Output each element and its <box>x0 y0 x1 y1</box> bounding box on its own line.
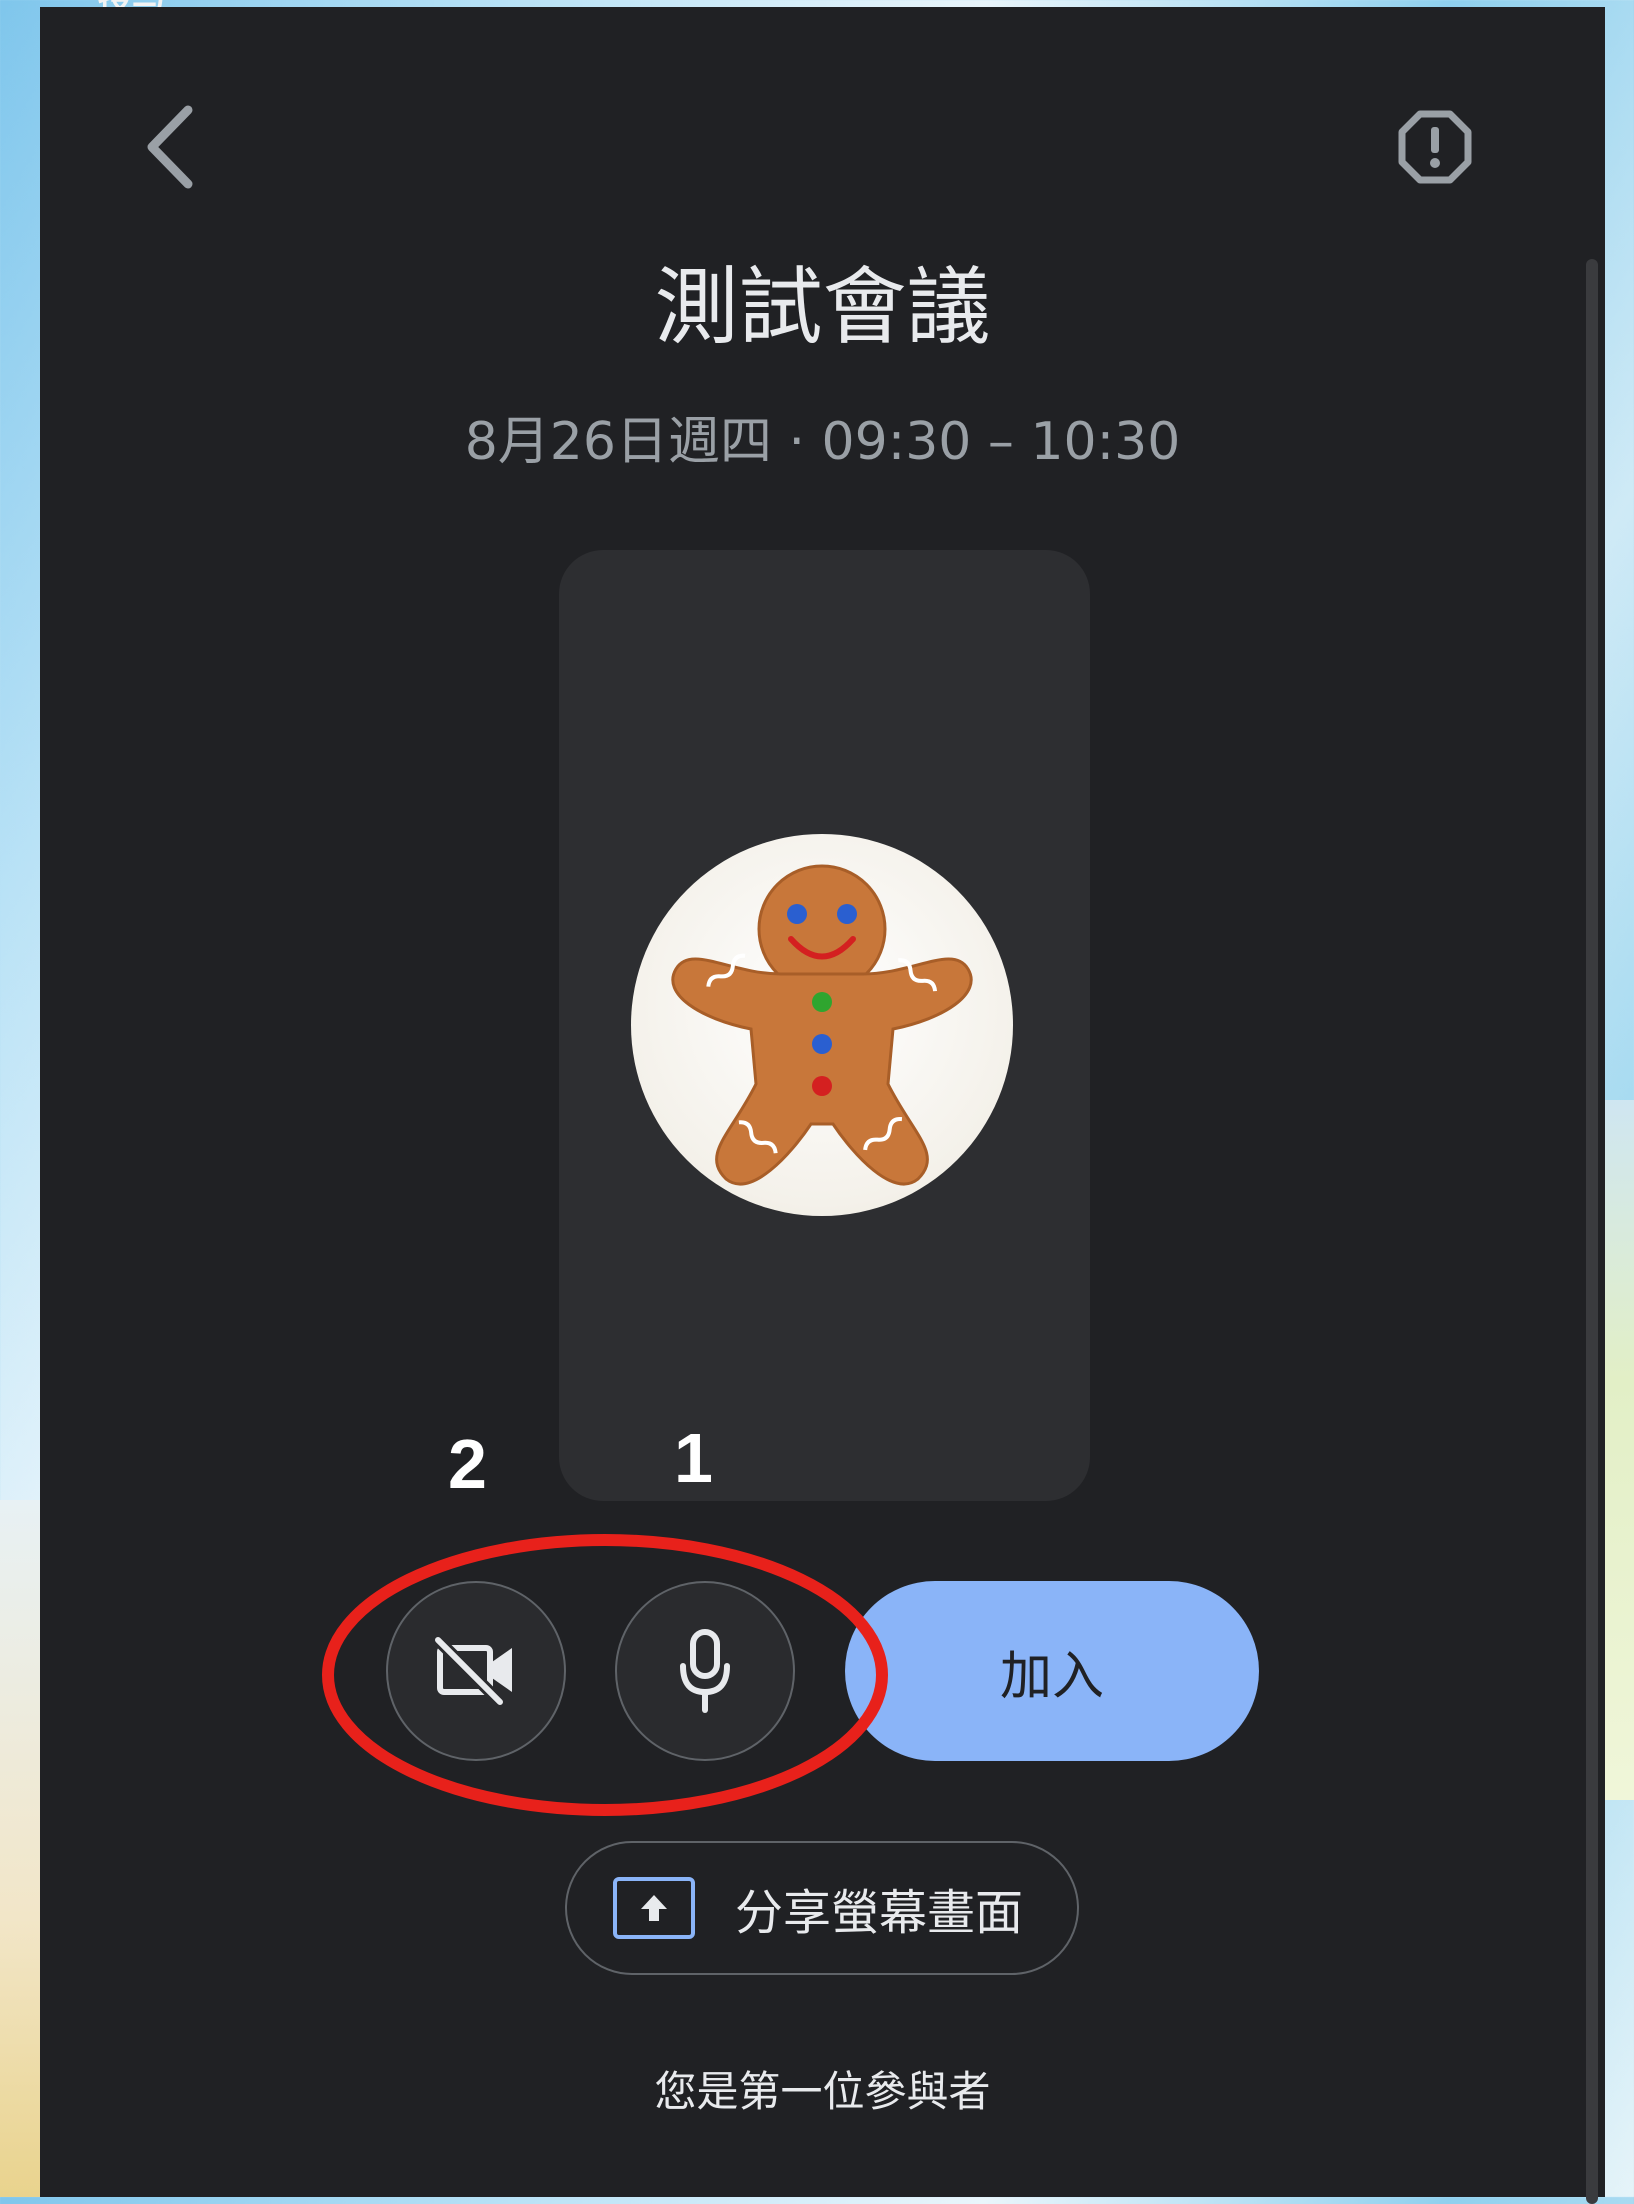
report-icon <box>1398 110 1472 184</box>
gingerbread-man-image <box>671 864 973 1186</box>
highlight-circle <box>322 1534 888 1816</box>
back-button[interactable] <box>120 92 220 202</box>
meeting-join-screen: 測試會議 8月26日週四 · 09:30 – 10:30 2 1 加入 分享螢幕… <box>40 7 1605 2204</box>
participant-status: 您是第一位參與者 <box>654 2067 991 2116</box>
meeting-datetime: 8月26日週四 · 09:30 – 10:30 <box>464 412 1181 472</box>
annotation-label-2: 2 <box>448 1425 487 1503</box>
chevron-left-icon <box>147 105 193 189</box>
meeting-title: 測試會議 <box>654 258 991 356</box>
present-screen-icon <box>613 1877 695 1939</box>
gingerbread-avatar <box>631 834 1013 1216</box>
join-button[interactable]: 加入 <box>845 1581 1259 1761</box>
scrollbar[interactable] <box>1586 259 1598 2204</box>
background-glare-right <box>1604 1100 1634 1800</box>
share-screen-label: 分享螢幕畫面 <box>735 1887 1024 1940</box>
share-screen-button[interactable]: 分享螢幕畫面 <box>565 1841 1079 1975</box>
report-button[interactable] <box>1395 102 1475 192</box>
annotation-label-1: 1 <box>674 1419 713 1497</box>
